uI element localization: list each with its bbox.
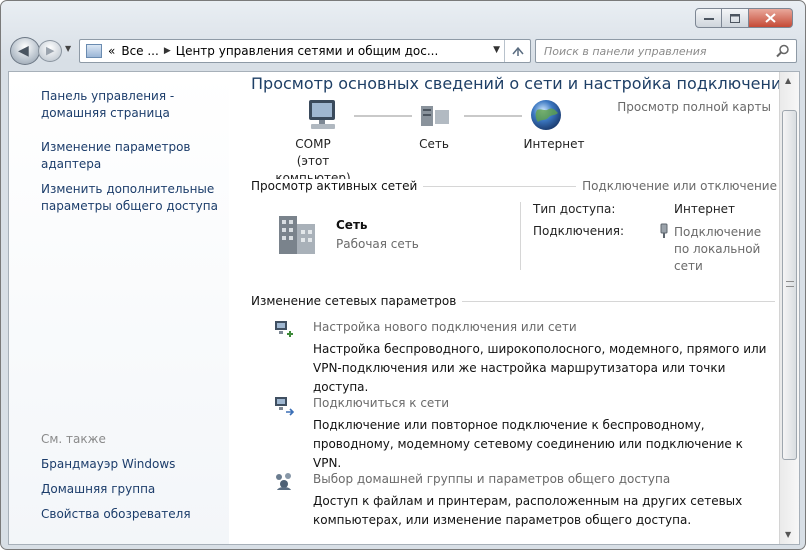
arrow-left-icon: ◀	[18, 43, 29, 59]
vertical-divider	[520, 202, 521, 270]
computer-name: COMP	[295, 137, 331, 151]
forward-button[interactable]: ▶	[38, 40, 62, 62]
maximize-icon	[730, 13, 740, 23]
task-pane: Панель управления - домашняя страница Из…	[9, 72, 229, 544]
address-dropdown-icon[interactable]: ▼	[493, 45, 500, 55]
minimize-icon	[703, 18, 714, 20]
ethernet-plug-icon	[660, 223, 668, 238]
computer-icon[interactable]	[305, 98, 343, 132]
active-networks-heading: Просмотр активных сетей	[251, 179, 424, 193]
content-area: Панель управления - домашняя страница Из…	[8, 71, 800, 545]
recent-pages-chevron-icon[interactable]: ▼	[65, 44, 71, 53]
new-connection-icon	[275, 321, 293, 337]
sidebar-link-internet-options[interactable]: Свойства обозревателя	[41, 506, 221, 523]
active-network-name: Сеть	[336, 218, 368, 232]
refresh-icon	[511, 46, 524, 56]
vertical-scrollbar[interactable]: ▲ ▼	[779, 72, 799, 544]
scroll-down-icon[interactable]: ▼	[785, 530, 791, 539]
network-icon[interactable]	[419, 102, 453, 130]
scrollbar-thumb[interactable]	[782, 110, 797, 460]
caption-buttons	[695, 8, 793, 30]
back-button[interactable]: ◀	[10, 37, 40, 65]
change-settings-heading: Изменение сетевых параметров	[251, 294, 463, 308]
search-box[interactable]	[535, 39, 797, 63]
control-panel-icon	[86, 44, 102, 58]
map-connector-line	[354, 115, 412, 117]
close-icon	[765, 13, 776, 23]
task-connect-network-description: Подключение или повторное подключение к …	[313, 418, 743, 470]
map-internet-label[interactable]: Интернет	[519, 136, 589, 153]
connections-label: Подключения:	[533, 224, 625, 238]
arrow-right-icon: ▶	[46, 44, 55, 57]
see-also-title: См. также	[41, 432, 106, 446]
sidebar-link-home[interactable]: Панель управления - домашняя страница	[41, 88, 221, 122]
task-homegroup-link[interactable]: Выбор домашней группы и параметров общег…	[313, 472, 670, 486]
work-network-icon	[279, 216, 315, 254]
task-setup-connection-description: Настройка беспроводного, широкополосного…	[313, 342, 767, 394]
task-connect-network-link[interactable]: Подключиться к сети	[313, 396, 449, 410]
main-panel: Просмотр основных сведений о сети и наст…	[233, 72, 792, 544]
task-setup-connection-link[interactable]: Настройка нового подключения или сети	[313, 320, 577, 334]
maximize-button[interactable]	[722, 8, 749, 28]
map-network-label[interactable]: Сеть	[409, 136, 459, 153]
access-type-value: Интернет	[674, 202, 736, 216]
sidebar-link-firewall[interactable]: Брандмауэр Windows	[41, 456, 221, 473]
page-title: Просмотр основных сведений о сети и наст…	[251, 74, 792, 93]
task-homegroup-description: Доступ к файлам и принтерам, расположенн…	[313, 494, 743, 527]
active-network-type[interactable]: Рабочая сеть	[336, 237, 419, 251]
scroll-up-icon[interactable]: ▲	[785, 76, 791, 85]
search-input[interactable]	[536, 40, 768, 62]
address-prefix[interactable]: «	[108, 44, 115, 58]
minimize-button[interactable]	[695, 8, 722, 28]
homegroup-icon	[276, 473, 291, 490]
connect-disconnect-link[interactable]: Подключение или отключение	[576, 179, 777, 193]
navigation-bar: ◀ ▶ ▼ « Все ... ▶ Центр управления сетям…	[7, 37, 801, 65]
breadcrumb-network-center[interactable]: Центр управления сетями и общим дос...	[176, 44, 439, 58]
connect-to-network-icon	[275, 397, 295, 416]
breadcrumb-all[interactable]: Все ...	[121, 44, 158, 58]
sidebar-link-homegroup[interactable]: Домашняя группа	[41, 481, 221, 498]
breadcrumb-separator-icon[interactable]: ▶	[164, 46, 171, 56]
local-connection-link[interactable]: Подключение по локальной сети	[674, 224, 769, 275]
search-icon[interactable]	[776, 44, 790, 58]
scrollbar-grip-icon	[786, 281, 794, 287]
full-map-link[interactable]: Просмотр полной карты	[617, 100, 771, 114]
internet-globe-icon[interactable]	[529, 98, 563, 132]
refresh-button[interactable]	[504, 40, 530, 62]
close-button[interactable]	[749, 8, 793, 28]
sidebar-link-sharing[interactable]: Изменить дополнительные параметры общего…	[41, 181, 221, 215]
address-bar[interactable]: « Все ... ▶ Центр управления сетями и об…	[79, 39, 531, 63]
network-center-window: ◀ ▶ ▼ « Все ... ▶ Центр управления сетям…	[0, 0, 806, 550]
map-connector-line	[464, 115, 522, 117]
access-type-label: Тип доступа:	[533, 202, 616, 216]
sidebar-link-adapter[interactable]: Изменение параметров адаптера	[41, 139, 221, 173]
